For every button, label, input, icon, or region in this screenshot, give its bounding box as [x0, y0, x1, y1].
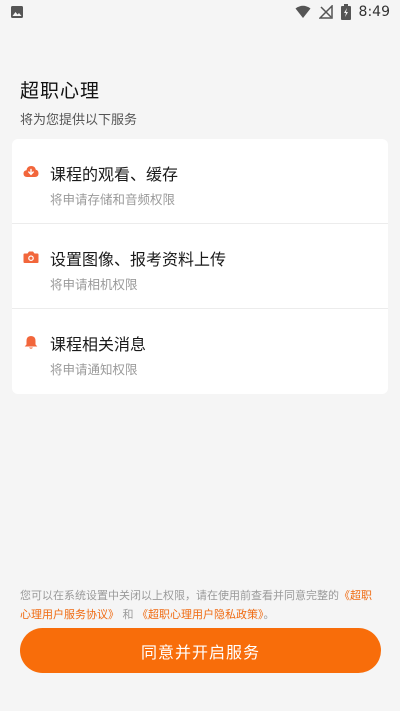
camera-icon: [23, 249, 39, 265]
app-subtitle: 将为您提供以下服务: [20, 113, 138, 128]
permission-title: 课程的观看、缓存: [50, 165, 179, 184]
battery-charging-icon: [340, 4, 351, 20]
permission-description: 将申请相机权限: [50, 277, 138, 292]
permission-item-storage: 课程的观看、缓存 将申请存储和音频权限: [12, 139, 388, 224]
app-title: 超职心理: [20, 80, 101, 102]
agreement-notice: 您可以在系统设置中关闭以上权限，请在使用前查看并同意完整的《超职心理用户服务协议…: [20, 586, 382, 624]
status-time: 8:49: [358, 4, 390, 20]
wifi-icon: [295, 5, 311, 19]
notice-end: 。: [263, 608, 275, 621]
status-bar: 8:49: [0, 0, 400, 24]
privacy-policy-link[interactable]: 《超职心理用户隐私政策》: [137, 608, 264, 621]
cloud-download-icon: [23, 164, 39, 180]
bell-icon: [23, 334, 39, 350]
permission-item-notification: 课程相关消息 将申请通知权限: [12, 309, 388, 394]
permission-description: 将申请通知权限: [50, 362, 138, 377]
permission-description: 将申请存储和音频权限: [50, 192, 176, 207]
permission-title: 课程相关消息: [50, 335, 147, 354]
permission-item-camera: 设置图像、报考资料上传 将申请相机权限: [12, 224, 388, 309]
notice-text: 您可以在系统设置中关闭以上权限，请在使用前查看并同意完整的: [20, 589, 339, 602]
agree-and-start-button[interactable]: 同意并开启服务: [20, 628, 381, 673]
permissions-card: 课程的观看、缓存 将申请存储和音频权限 设置图像、报考资料上传 将申请相机权限 …: [12, 139, 388, 394]
permission-title: 设置图像、报考资料上传: [50, 250, 227, 269]
header: 超职心理 将为您提供以下服务: [20, 76, 137, 128]
notice-and: 和: [122, 608, 134, 621]
no-signal-icon: [318, 5, 333, 19]
image-icon: [10, 5, 24, 19]
